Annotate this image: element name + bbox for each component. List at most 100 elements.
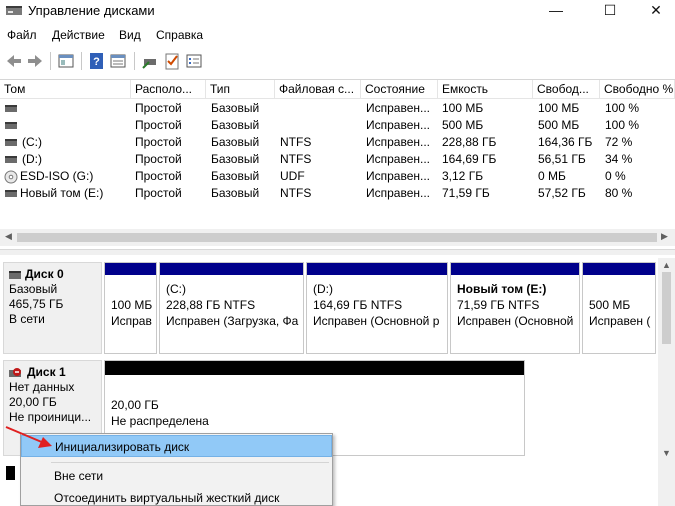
disk-management-app-icon — [6, 6, 22, 15]
volume-status: Исправен... — [366, 186, 431, 200]
minimize-button[interactable]: — — [533, 0, 579, 22]
horizontal-scrollbar[interactable]: ◀ ▶ — [0, 229, 675, 246]
toolbar: ? — [0, 48, 675, 74]
scrollbar-thumb[interactable] — [17, 233, 657, 242]
volume-layout: Простой — [135, 135, 182, 149]
disk-1-type: Нет данных — [9, 380, 75, 394]
close-button[interactable]: ✕ — [633, 0, 675, 22]
volume-row[interactable]: (C:) Простой Базовый NTFS Исправен... 22… — [0, 134, 675, 151]
scrollbar-thumb[interactable] — [662, 272, 671, 344]
partition-size: 500 МБ — [589, 298, 631, 312]
toolbar-separator — [134, 52, 135, 70]
column-header-layout[interactable]: Располо... — [131, 80, 206, 99]
disk-0-size: 465,75 ГБ — [9, 297, 64, 311]
volume-name: (C:) — [22, 135, 42, 149]
volume-status: Исправен... — [366, 118, 431, 132]
detach-vhd-menu-item[interactable]: Отсоединить виртуальный жесткий диск — [21, 487, 332, 506]
volume-row[interactable]: (D:) Простой Базовый NTFS Исправен... 16… — [0, 151, 675, 168]
show-hide-console-tree-icon[interactable] — [56, 51, 76, 71]
volume-layout: Простой — [135, 152, 182, 166]
disk-0-partition-1[interactable]: 100 МБ Исправ — [104, 262, 157, 354]
partition-status: Исправ — [111, 314, 152, 328]
partition-size: 71,59 ГБ NTFS — [457, 298, 540, 312]
primary-partition-bar — [307, 263, 447, 275]
volume-capacity: 71,59 ГБ — [442, 186, 490, 200]
properties-icon[interactable] — [108, 51, 128, 71]
unallocated-status: Не распределена — [111, 414, 209, 428]
disk-1-size: 20,00 ГБ — [9, 395, 57, 409]
volume-capacity: 228,88 ГБ — [442, 135, 497, 149]
checklist-icon[interactable] — [162, 51, 182, 71]
volume-free-percent: 100 % — [605, 101, 640, 115]
volume-list: Том Располо... Тип Файловая с... Состоян… — [0, 79, 675, 249]
list-view-icon[interactable] — [184, 51, 204, 71]
volume-free-percent: 34 % — [605, 152, 633, 166]
volume-type: Базовый — [211, 169, 260, 183]
maximize-button[interactable]: ☐ — [587, 0, 633, 22]
column-header-volume[interactable]: Том — [0, 80, 131, 99]
volume-type: Базовый — [211, 101, 260, 115]
volume-free-percent: 0 % — [605, 169, 626, 183]
volume-free: 164,36 ГБ — [538, 135, 593, 149]
volume-type: Базовый — [211, 152, 260, 166]
disk-0-partition-e[interactable]: Новый том (E:) 71,59 ГБ NTFS Исправен (О… — [450, 262, 580, 354]
volume-status: Исправен... — [366, 101, 431, 115]
help-icon[interactable]: ? — [87, 51, 107, 71]
volume-filesystem — [280, 117, 360, 134]
volume-row[interactable]: Простой Базовый Исправен... 100 МБ 100 М… — [0, 100, 675, 117]
unallocated-size: 20,00 ГБ — [111, 398, 159, 412]
disk-0-partition-d[interactable]: (D:) 164,69 ГБ NTFS Исправен (Основной р — [306, 262, 448, 354]
column-header-status[interactable]: Состояние — [361, 80, 438, 99]
partition-size: 164,69 ГБ NTFS — [313, 298, 403, 312]
primary-partition-bar — [160, 263, 303, 275]
menu-action[interactable]: Действие — [52, 28, 105, 42]
annotation-arrow-icon — [5, 426, 52, 448]
column-header-type[interactable]: Тип — [206, 80, 275, 99]
volume-name: ESD-ISO (G:) — [20, 169, 94, 183]
menu-separator — [51, 462, 329, 463]
disk-0-partition-c[interactable]: (C:) 228,88 ГБ NTFS Исправен (Загрузка, … — [159, 262, 304, 354]
volume-free: 0 МБ — [538, 169, 566, 183]
volume-filesystem: UDF — [280, 169, 305, 183]
menu-help[interactable]: Справка — [156, 28, 203, 42]
vertical-scrollbar[interactable]: ▲ ▼ — [658, 258, 675, 506]
menu-bar: Файл Действие Вид Справка — [0, 24, 675, 46]
volume-free-percent: 80 % — [605, 186, 633, 200]
disk-volume-icon — [5, 139, 17, 146]
column-header-percent-free[interactable]: Свободно % — [600, 80, 675, 99]
column-header-capacity[interactable]: Емкость — [438, 80, 533, 99]
disk-icon — [9, 270, 21, 279]
menu-file[interactable]: Файл — [7, 28, 37, 42]
partition-status: Исправен ( — [589, 314, 651, 328]
disk-volume-icon — [5, 156, 17, 163]
volume-capacity: 500 МБ — [442, 118, 484, 132]
disk-0-partition-recovery[interactable]: 500 МБ Исправен ( — [582, 262, 656, 354]
menu-view[interactable]: Вид — [119, 28, 141, 42]
scroll-left-icon[interactable]: ◀ — [5, 231, 12, 242]
scroll-up-icon[interactable]: ▲ — [662, 260, 671, 270]
forward-arrow-icon[interactable] — [25, 51, 45, 71]
partition-title: Новый том (E:) — [457, 282, 547, 296]
column-header-free-space[interactable]: Свобод... — [533, 80, 600, 99]
offline-menu-item[interactable]: Вне сети — [21, 465, 332, 487]
disk-0-label[interactable]: Диск 0 Базовый 465,75 ГБ В сети — [3, 262, 102, 354]
volume-row[interactable]: ESD-ISO (G:) Простой Базовый UDF Исправе… — [0, 168, 675, 185]
unallocated-bar — [105, 361, 524, 375]
scroll-right-icon[interactable]: ▶ — [661, 231, 668, 242]
volume-free: 56,51 ГБ — [538, 152, 586, 166]
connect-disk-icon[interactable] — [140, 51, 160, 71]
scroll-down-icon[interactable]: ▼ — [662, 448, 671, 458]
volume-row[interactable]: Простой Базовый Исправен... 500 МБ 500 М… — [0, 117, 675, 134]
cd-icon — [4, 170, 18, 184]
back-arrow-icon[interactable] — [4, 51, 24, 71]
volume-status: Исправен... — [366, 169, 431, 183]
volume-row[interactable]: Новый том (E:) Простой Базовый NTFS Испр… — [0, 185, 675, 202]
primary-partition-bar — [105, 263, 156, 275]
title-bar: Управление дисками — ☐ ✕ — [0, 0, 675, 22]
volume-free-percent: 72 % — [605, 135, 633, 149]
column-header-filesystem[interactable]: Файловая с... — [275, 80, 361, 99]
partition-status: Исправен (Основной р — [313, 314, 440, 328]
volume-filesystem: NTFS — [280, 152, 312, 166]
toolbar-separator — [81, 52, 82, 70]
partition-status: Исправен (Загрузка, Фа — [166, 314, 299, 328]
